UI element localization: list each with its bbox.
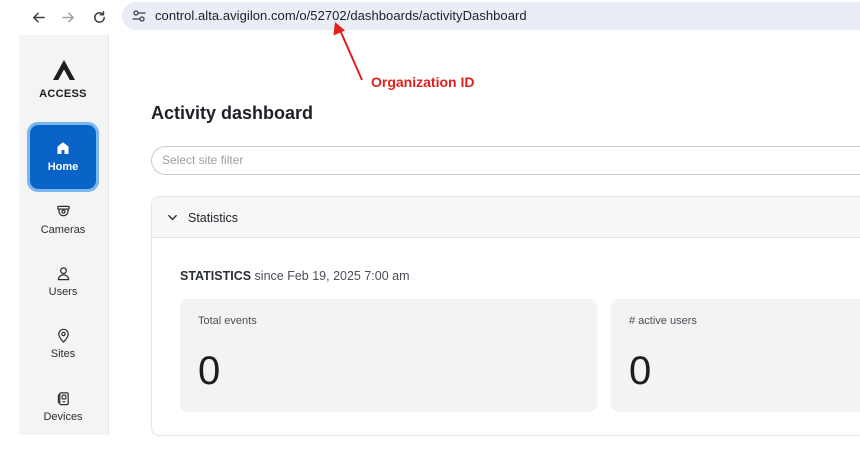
- chevron-down-icon: [168, 214, 177, 221]
- stat-label: Total events: [198, 315, 257, 327]
- sidebar-item-sites[interactable]: Sites: [19, 328, 107, 360]
- sidebar-item-label: Devices: [43, 411, 83, 423]
- arrow-right-icon: [61, 12, 74, 22]
- url-text[interactable]: control.alta.avigilon.com/o/52702/dashbo…: [155, 8, 527, 23]
- access-logo-icon: [53, 60, 75, 80]
- camera-icon: [56, 205, 70, 217]
- statistics-header[interactable]: Statistics: [152, 197, 860, 238]
- sidebar-item-label: Sites: [50, 348, 76, 360]
- arrow-left-icon: [32, 12, 45, 22]
- brand-label: ACCESS: [39, 88, 87, 100]
- page-title: Activity dashboard: [151, 103, 314, 123]
- location-pin-icon: [57, 328, 69, 343]
- sidebar: ACCESS Home Cameras Users Sites Devices: [19, 35, 109, 435]
- user-icon: [57, 267, 69, 281]
- reload-icon: [93, 10, 105, 23]
- stat-value: 0: [629, 349, 652, 393]
- forward-button[interactable]: [57, 6, 79, 28]
- sidebar-item-label: Cameras: [40, 224, 86, 236]
- main-content: Activity dashboard Statistics STATISTICS…: [110, 35, 860, 451]
- sidebar-item-label: Users: [48, 286, 78, 298]
- annotation-label: Organization ID: [371, 74, 475, 90]
- stat-card-active-users: # active users 0: [611, 299, 860, 412]
- statistics-caption-strong: STATISTICS: [180, 269, 252, 283]
- site-filter[interactable]: [151, 146, 860, 175]
- site-settings-icon[interactable]: [132, 9, 146, 23]
- back-button[interactable]: [27, 6, 49, 28]
- statistics-header-label: Statistics: [188, 211, 239, 225]
- sidebar-item-devices[interactable]: Devices: [19, 391, 107, 423]
- statistics-caption-date: since Feb 19, 2025 7:00 am: [251, 269, 410, 283]
- address-bar[interactable]: control.alta.avigilon.com/o/52702/dashbo…: [122, 2, 860, 30]
- sidebar-item-label: Home: [47, 161, 79, 173]
- statistics-panel: Statistics STATISTICS since Feb 19, 2025…: [151, 196, 860, 436]
- statistics-caption: STATISTICS since Feb 19, 2025 7:00 am: [180, 269, 410, 283]
- home-icon: [57, 142, 69, 154]
- sidebar-item-home[interactable]: Home: [27, 122, 99, 192]
- site-filter-input[interactable]: [162, 153, 762, 167]
- browser-toolbar: control.alta.avigilon.com/o/52702/dashbo…: [0, 0, 860, 34]
- sidebar-item-cameras[interactable]: Cameras: [19, 204, 107, 236]
- sidebar-item-users[interactable]: Users: [19, 266, 107, 298]
- stat-value: 0: [198, 349, 221, 393]
- reload-button[interactable]: [88, 6, 110, 28]
- stat-label: # active users: [629, 315, 697, 327]
- stat-card-total-events: Total events 0: [180, 299, 597, 412]
- device-icon: [57, 392, 69, 406]
